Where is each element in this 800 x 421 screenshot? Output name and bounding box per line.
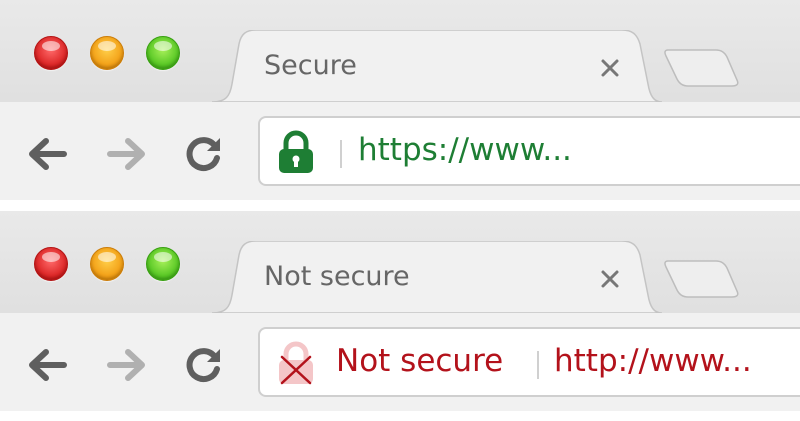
divider xyxy=(0,200,800,211)
tab-title: Secure xyxy=(264,50,357,81)
browser-tab[interactable]: Secure xyxy=(212,30,662,102)
minimize-window-button[interactable] xyxy=(90,247,124,281)
new-tab-button[interactable] xyxy=(664,46,740,88)
maximize-window-button[interactable] xyxy=(146,247,180,281)
forward-arrow-icon[interactable] xyxy=(106,136,148,172)
toolbar: https://www... xyxy=(0,102,800,200)
browser-window-secure: Secure https://www... xyxy=(0,0,800,200)
tab-close-icon[interactable] xyxy=(600,269,620,289)
tab-title: Not secure xyxy=(264,261,410,292)
browser-tab[interactable]: Not secure xyxy=(212,241,662,313)
url-text[interactable]: https://www... xyxy=(358,132,572,168)
minimize-window-button[interactable] xyxy=(90,36,124,70)
address-separator xyxy=(537,351,539,379)
address-bar[interactable]: Not secure http://www... xyxy=(258,327,800,397)
lock-icon[interactable] xyxy=(276,130,316,174)
close-window-button[interactable] xyxy=(34,36,68,70)
reload-icon[interactable] xyxy=(184,347,226,383)
url-text[interactable]: http://www... xyxy=(554,343,752,379)
toolbar: Not secure http://www... xyxy=(0,313,800,411)
reload-icon[interactable] xyxy=(184,136,226,172)
new-tab-button[interactable] xyxy=(664,257,740,299)
broken-lock-icon[interactable] xyxy=(276,341,316,385)
address-bar[interactable]: https://www... xyxy=(258,116,800,186)
back-arrow-icon[interactable] xyxy=(26,347,68,383)
maximize-window-button[interactable] xyxy=(146,36,180,70)
close-window-button[interactable] xyxy=(34,247,68,281)
address-separator xyxy=(340,140,342,168)
back-arrow-icon[interactable] xyxy=(26,136,68,172)
browser-window-not-secure: Not secure Not secure http://www... xyxy=(0,211,800,411)
security-status-label[interactable]: Not secure xyxy=(336,343,503,379)
tab-close-icon[interactable] xyxy=(600,58,620,78)
forward-arrow-icon[interactable] xyxy=(106,347,148,383)
